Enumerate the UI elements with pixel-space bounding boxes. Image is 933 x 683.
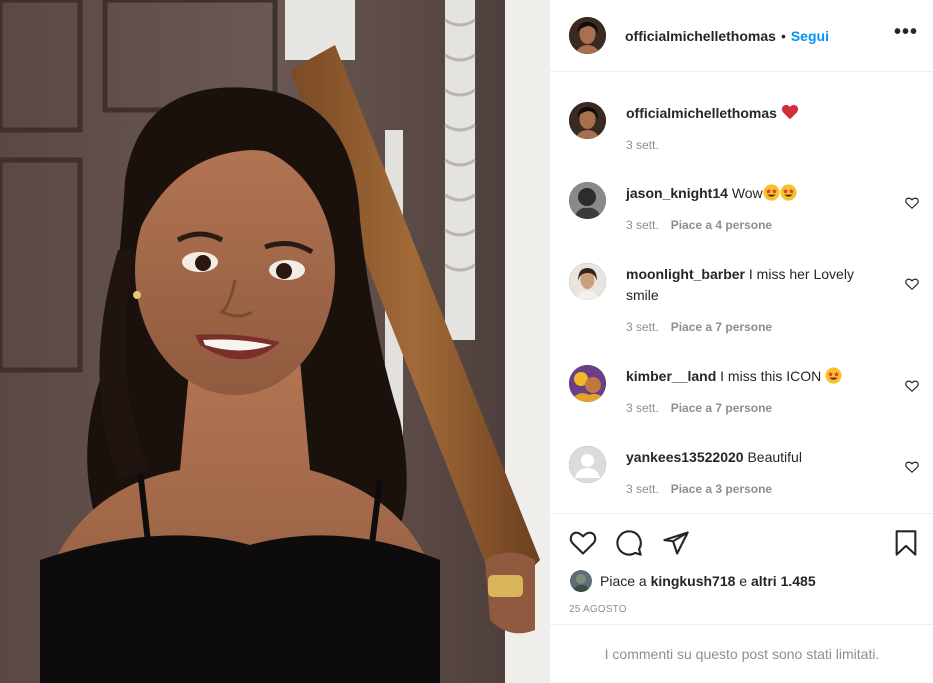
comment-time[interactable]: 3 sett. [626, 401, 659, 415]
star-struck-emoji-icon [780, 184, 797, 201]
like-comment-heart-icon[interactable] [905, 277, 919, 291]
post-date[interactable]: 25 AGOSTO [569, 604, 627, 615]
commenter-avatar[interactable] [569, 263, 606, 300]
commenter-username[interactable]: yankees13522020 [626, 449, 744, 465]
star-struck-emoji-icon [763, 184, 780, 201]
like-comment-heart-icon[interactable] [905, 196, 919, 210]
likes-summary: Piace a kingkush718 e altri 1.485 [570, 570, 816, 592]
like-heart-icon[interactable] [569, 529, 597, 557]
star-struck-emoji-icon [825, 367, 842, 384]
like-comment-heart-icon[interactable] [905, 460, 919, 474]
likes-others[interactable]: altri 1.485 [751, 573, 816, 589]
likes-middle: e [735, 573, 751, 589]
separator-dot: • [780, 27, 786, 44]
post-actions: Piace a kingkush718 e altri 1.485 25 AGO… [550, 513, 933, 624]
comment-time[interactable]: 3 sett. [626, 320, 659, 334]
comment-text: Beautiful [747, 449, 802, 465]
comment-text: I miss this ICON [720, 368, 822, 384]
caption-username[interactable]: officialmichellethomas [626, 105, 777, 121]
commenter-username[interactable]: moonlight_barber [626, 266, 745, 282]
likes-prefix: Piace a [600, 573, 651, 589]
like-comment-heart-icon[interactable] [905, 379, 919, 393]
comment-text: Wow [731, 185, 763, 201]
comment-time[interactable]: 3 sett. [626, 482, 659, 496]
comment-likes[interactable]: Piace a 7 persone [671, 401, 772, 415]
comment-time[interactable]: 3 sett. [626, 218, 659, 232]
follow-button[interactable]: Segui [791, 28, 829, 44]
caption-time[interactable]: 3 sett. [626, 138, 659, 152]
share-paper-plane-icon[interactable] [662, 529, 690, 557]
commenter-avatar[interactable] [569, 446, 606, 483]
liker-username[interactable]: kingkush718 [651, 573, 736, 589]
comment-likes[interactable]: Piace a 7 persone [671, 320, 772, 334]
more-options-icon[interactable]: ••• [894, 22, 918, 42]
comments-list[interactable]: officialmichellethomas 3 sett. jason_kni… [550, 73, 933, 513]
post-side-panel: officialmichellethomas • Segui ••• offic… [549, 0, 933, 683]
author-avatar[interactable] [569, 102, 606, 139]
liker-avatar[interactable] [570, 570, 592, 592]
commenter-avatar[interactable] [569, 365, 606, 402]
commenter-username[interactable]: jason_knight14 [626, 185, 728, 201]
author-username[interactable]: officialmichellethomas [625, 28, 776, 44]
comments-limited-notice: I commenti su questo post sono stati lim… [550, 624, 933, 683]
save-bookmark-icon[interactable] [892, 529, 920, 557]
red-heart-emoji-icon [781, 104, 799, 120]
commenter-username[interactable]: kimber__land [626, 368, 716, 384]
commenter-avatar[interactable] [569, 182, 606, 219]
author-avatar[interactable] [569, 17, 606, 54]
post-photo[interactable] [0, 0, 549, 683]
portrait-image [0, 0, 549, 683]
comment-likes[interactable]: Piace a 3 persone [671, 482, 772, 496]
post-header: officialmichellethomas • Segui ••• [550, 0, 933, 72]
comment-bubble-icon[interactable] [615, 529, 643, 557]
comment-likes[interactable]: Piace a 4 persone [671, 218, 772, 232]
